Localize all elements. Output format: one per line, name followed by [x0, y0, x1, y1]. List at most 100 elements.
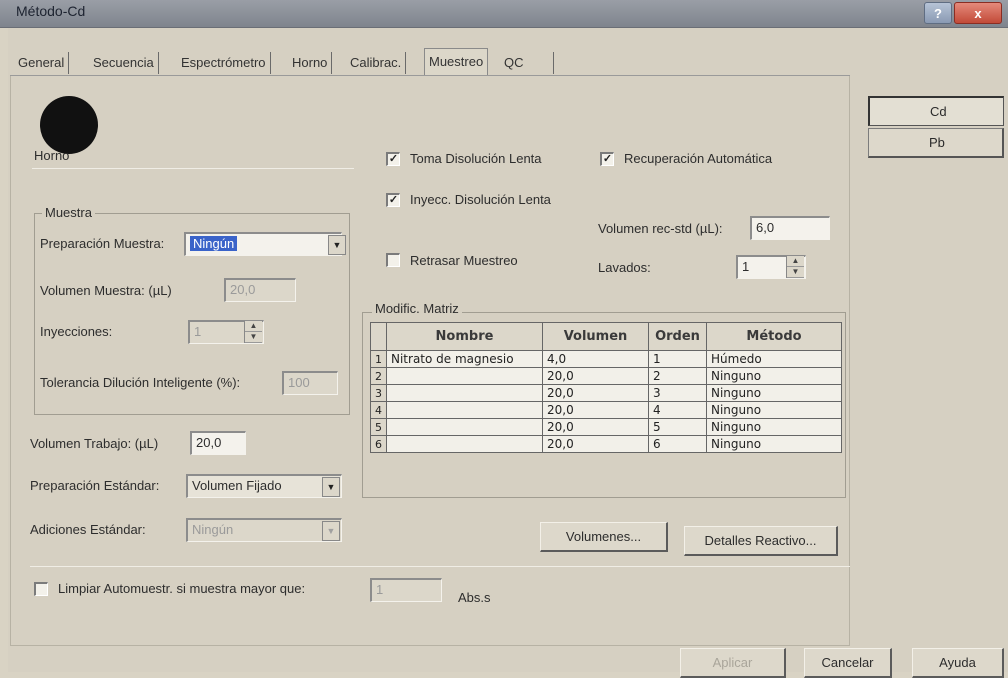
- row-number: 3: [370, 384, 387, 402]
- tab-secuencia[interactable]: Secuencia: [89, 52, 159, 74]
- tab-qc[interactable]: QC: [500, 52, 554, 74]
- cell-volumen[interactable]: 20,0: [542, 367, 649, 385]
- volumenes-button[interactable]: Volumenes...: [540, 522, 668, 552]
- cell-metodo[interactable]: Húmedo: [706, 350, 842, 368]
- tab-muestreo[interactable]: Muestreo: [424, 48, 489, 76]
- row-number-header: [370, 322, 387, 351]
- cell-orden[interactable]: 5: [648, 418, 707, 436]
- table-row[interactable]: 6 20,0 6 Ninguno: [370, 435, 842, 453]
- row-number: 2: [370, 367, 387, 385]
- volumen-trabajo-field[interactable]: 20,0: [190, 431, 246, 455]
- cell-volumen[interactable]: 4,0: [542, 350, 649, 368]
- limpiar-unit-label: Abs.s: [458, 590, 491, 605]
- volumen-rec-std-field[interactable]: 6,0: [750, 216, 830, 240]
- cell-nombre[interactable]: Nitrato de magnesio: [386, 350, 543, 368]
- limpiar-separator: [30, 566, 850, 567]
- cell-metodo[interactable]: Ninguno: [706, 367, 842, 385]
- recuperacion-label: Recuperación Automática: [624, 151, 773, 166]
- cell-orden[interactable]: 4: [648, 401, 707, 419]
- retrasar-label: Retrasar Muestreo: [410, 253, 518, 268]
- cell-metodo[interactable]: Ninguno: [706, 418, 842, 436]
- cell-volumen[interactable]: 20,0: [542, 384, 649, 402]
- spin-up-icon[interactable]: ▲: [787, 256, 804, 267]
- prep-muestra-label: Preparación Muestra:: [40, 236, 165, 251]
- muestra-group-label: Muestra: [42, 205, 95, 220]
- cell-metodo[interactable]: Ninguno: [706, 401, 842, 419]
- table-row[interactable]: 5 20,0 5 Ninguno: [370, 418, 842, 436]
- cell-metodo[interactable]: Ninguno: [706, 435, 842, 453]
- adiciones-estandar-label: Adiciones Estándar:: [30, 522, 146, 537]
- row-number: 1: [370, 350, 387, 368]
- column-header-volumen[interactable]: Volumen: [542, 322, 649, 351]
- tolerancia-label: Tolerancia Dilución Inteligente (%):: [40, 375, 241, 390]
- lavados-stepper[interactable]: ▲ ▼: [786, 256, 804, 278]
- table-row[interactable]: 2 20,0 2 Ninguno: [370, 367, 842, 385]
- tolerancia-field[interactable]: 100: [282, 371, 338, 395]
- tab-calibrac[interactable]: Calibrac.: [346, 52, 407, 74]
- inyecc-lenta-checkbox[interactable]: ✓: [386, 193, 400, 207]
- matriz-table: Nombre Volumen Orden Método 1 Nitrato de…: [370, 322, 842, 453]
- spin-up-icon[interactable]: ▲: [245, 321, 262, 332]
- element-button-pb[interactable]: Pb: [868, 128, 1004, 158]
- column-header-metodo[interactable]: Método: [706, 322, 842, 351]
- row-number: 4: [370, 401, 387, 419]
- ayuda-button[interactable]: Ayuda: [912, 648, 1004, 678]
- detalles-reactivo-button[interactable]: Detalles Reactivo...: [684, 526, 838, 556]
- cell-orden[interactable]: 6: [648, 435, 707, 453]
- limpiar-checkbox[interactable]: [34, 582, 48, 596]
- cell-volumen[interactable]: 20,0: [542, 418, 649, 436]
- spin-down-icon[interactable]: ▼: [787, 267, 804, 278]
- title-bar: Método-Cd ? x: [0, 0, 1008, 28]
- horno-separator: [32, 168, 354, 169]
- chevron-down-icon[interactable]: ▼: [328, 235, 346, 255]
- cell-nombre[interactable]: [386, 367, 543, 385]
- cell-orden[interactable]: 3: [648, 384, 707, 402]
- prep-estandar-select[interactable]: Volumen Fijado: [186, 474, 342, 498]
- table-header-row: Nombre Volumen Orden Método: [370, 322, 842, 351]
- close-icon[interactable]: x: [954, 2, 1002, 24]
- cell-nombre[interactable]: [386, 435, 543, 453]
- status-indicator-icon: [40, 96, 98, 154]
- recuperacion-checkbox[interactable]: ✓: [600, 152, 614, 166]
- help-icon[interactable]: ?: [924, 2, 952, 24]
- prep-muestra-value: Ningún: [190, 236, 238, 251]
- aplicar-button[interactable]: Aplicar: [680, 648, 786, 678]
- inyecc-lenta-label: Inyecc. Disolución Lenta: [410, 192, 551, 207]
- volumen-muestra-label: Volumen Muestra: (µL): [40, 283, 172, 298]
- column-header-nombre[interactable]: Nombre: [386, 322, 543, 351]
- lavados-label: Lavados:: [598, 260, 651, 275]
- toma-lenta-label: Toma Disolución Lenta: [410, 151, 542, 166]
- toma-lenta-checkbox[interactable]: ✓: [386, 152, 400, 166]
- table-row[interactable]: 3 20,0 3 Ninguno: [370, 384, 842, 402]
- cell-volumen[interactable]: 20,0: [542, 435, 649, 453]
- prep-estandar-label: Preparación Estándar:: [30, 478, 160, 493]
- row-number: 6: [370, 435, 387, 453]
- retrasar-checkbox[interactable]: [386, 253, 400, 267]
- prep-muestra-select[interactable]: Ningún: [184, 232, 342, 256]
- chevron-down-icon[interactable]: ▼: [322, 521, 340, 541]
- table-row[interactable]: 4 20,0 4 Ninguno: [370, 401, 842, 419]
- table-row[interactable]: 1 Nitrato de magnesio 4,0 1 Húmedo: [370, 350, 842, 368]
- volumen-rec-std-label: Volumen rec-std (µL):: [598, 221, 723, 236]
- cell-nombre[interactable]: [386, 418, 543, 436]
- adiciones-estandar-select[interactable]: Ningún: [186, 518, 342, 542]
- column-header-orden[interactable]: Orden: [648, 322, 707, 351]
- cell-volumen[interactable]: 20,0: [542, 401, 649, 419]
- spin-down-icon[interactable]: ▼: [245, 332, 262, 343]
- cell-metodo[interactable]: Ninguno: [706, 384, 842, 402]
- cell-nombre[interactable]: [386, 401, 543, 419]
- cell-nombre[interactable]: [386, 384, 543, 402]
- element-button-cd[interactable]: Cd: [868, 96, 1004, 126]
- tab-horno[interactable]: Horno: [288, 52, 333, 74]
- volumen-muestra-field[interactable]: 20,0: [224, 278, 296, 302]
- matriz-group-label: Modific. Matriz: [372, 301, 462, 316]
- row-number: 5: [370, 418, 387, 436]
- inyecciones-stepper[interactable]: ▲ ▼: [244, 321, 262, 343]
- cancelar-button[interactable]: Cancelar: [804, 648, 892, 678]
- cell-orden[interactable]: 1: [648, 350, 707, 368]
- tab-espectrometro[interactable]: Espectrómetro: [177, 52, 271, 74]
- chevron-down-icon[interactable]: ▼: [322, 477, 340, 497]
- limpiar-threshold-field[interactable]: 1: [370, 578, 442, 602]
- cell-orden[interactable]: 2: [648, 367, 707, 385]
- tab-general[interactable]: General: [14, 52, 70, 74]
